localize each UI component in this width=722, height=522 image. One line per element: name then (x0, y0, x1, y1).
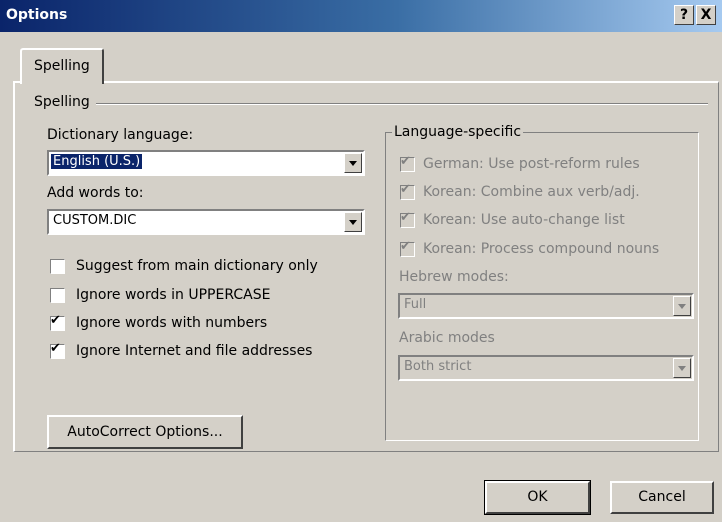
add-words-to-value: CUSTOM.DIC (53, 213, 137, 228)
german-post-reform-checkbox: ✔ (400, 154, 415, 172)
arabic-modes-label: Arabic modes (399, 330, 495, 346)
arabic-modes-dropdown-icon (673, 358, 691, 378)
language-specific-group (385, 132, 699, 441)
window-title: Options (6, 7, 68, 23)
korean-auto-change-label: Korean: Use auto-change list (423, 212, 625, 228)
check-icon: ✔ (400, 239, 411, 254)
dictionary-language-value: English (U.S.) (51, 154, 143, 169)
help-button[interactable]: ? (674, 5, 694, 25)
check-icon: ✔ (400, 154, 411, 169)
dictionary-language-select[interactable]: English (U.S.) (47, 150, 365, 176)
add-words-to-label: Add words to: (47, 185, 144, 201)
tab-spelling[interactable]: Spelling (20, 48, 104, 84)
korean-combine-aux-label: Korean: Combine aux verb/adj. (423, 184, 640, 200)
suggest-main-dictionary-label[interactable]: Suggest from main dictionary only (76, 258, 318, 274)
ignore-uppercase-checkbox[interactable] (50, 288, 65, 303)
hebrew-modes-value: Full (404, 297, 427, 312)
dictionary-language-label: Dictionary language: (47, 127, 194, 143)
check-icon: ✔ (50, 341, 61, 356)
arabic-modes-select: Both strict (398, 355, 694, 381)
add-words-to-dropdown-icon[interactable] (344, 212, 362, 232)
ignore-internet-addresses-label[interactable]: Ignore Internet and file addresses (76, 343, 312, 359)
ignore-uppercase-label[interactable]: Ignore words in UPPERCASE (76, 287, 270, 303)
section-title: Spelling (34, 94, 90, 110)
korean-auto-change-checkbox: ✔ (400, 210, 415, 228)
section-divider (96, 103, 708, 105)
language-specific-title: Language-specific (392, 124, 524, 140)
dictionary-language-dropdown-icon[interactable] (344, 153, 362, 173)
korean-compound-nouns-checkbox: ✔ (400, 239, 415, 257)
hebrew-modes-label: Hebrew modes: (399, 269, 509, 285)
check-icon: ✔ (50, 313, 61, 328)
options-dialog: Options ? X Spelling Spelling Dictionary… (0, 0, 722, 522)
korean-compound-nouns-label: Korean: Process compound nouns (423, 241, 660, 257)
korean-combine-aux-checkbox: ✔ (400, 182, 415, 200)
german-post-reform-label: German: Use post-reform rules (423, 156, 640, 172)
ok-button[interactable]: OK (484, 480, 591, 515)
close-button[interactable]: X (696, 5, 716, 25)
cancel-button[interactable]: Cancel (610, 481, 714, 514)
hebrew-modes-select: Full (398, 293, 694, 319)
suggest-main-dictionary-checkbox[interactable] (50, 259, 65, 274)
ignore-numbers-label[interactable]: Ignore words with numbers (76, 315, 267, 331)
ignore-numbers-checkbox[interactable]: ✔ (50, 313, 65, 331)
hebrew-modes-dropdown-icon (673, 296, 691, 316)
check-icon: ✔ (400, 182, 411, 197)
autocorrect-options-button[interactable]: AutoCorrect Options... (47, 415, 243, 449)
title-bar[interactable]: Options ? X (0, 0, 722, 32)
tab-spelling-label: Spelling (34, 58, 90, 74)
arabic-modes-value: Both strict (404, 359, 472, 374)
check-icon: ✔ (400, 210, 411, 225)
add-words-to-select[interactable]: CUSTOM.DIC (47, 209, 365, 235)
ignore-internet-addresses-checkbox[interactable]: ✔ (50, 341, 65, 359)
